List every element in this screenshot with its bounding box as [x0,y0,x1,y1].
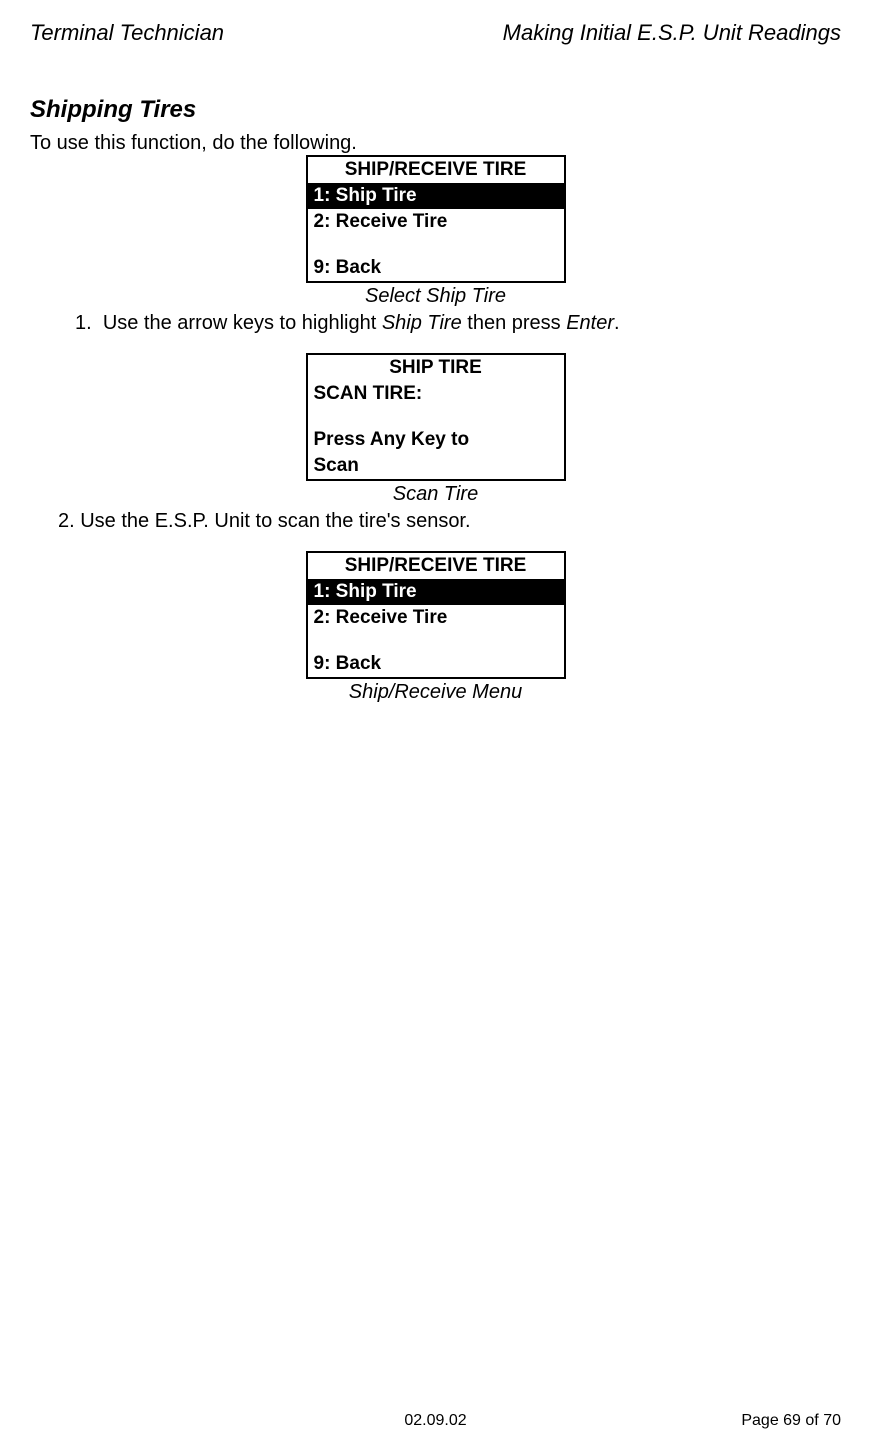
caption-scan-tire: Scan Tire [30,483,841,506]
menu-item-receive-tire: 2: Receive Tire [308,209,564,235]
menu-item-ship-tire: 1: Ship Tire [308,579,564,605]
menu-item-back: 9: Back [308,651,564,677]
section-title: Shipping Tires [30,96,841,124]
caption-select-ship-tire: Select Ship Tire [30,285,841,308]
menu-item-back: 9: Back [308,255,564,281]
step-number: 1. [75,312,92,334]
spacer [308,407,564,427]
footer-page: Page 69 of 70 [571,1412,841,1430]
step-italic-enter: Enter [566,312,614,334]
press-key-line1: Press Any Key to [308,427,564,453]
step-text-end: . [614,312,620,334]
intro-text: To use this function, do the following. [30,132,841,155]
caption-ship-receive-menu: Ship/Receive Menu [30,681,841,704]
step-text-start: Use the arrow keys to highlight [103,312,382,334]
step-2: 2. Use the E.S.P. Unit to scan the tire'… [58,510,841,533]
menu-item-receive-tire: 2: Receive Tire [308,605,564,631]
screen-title: SHIP TIRE [308,355,564,381]
page-header: Terminal Technician Making Initial E.S.P… [30,20,841,46]
page-footer: 02.09.02 Page 69 of 70 [30,1412,841,1430]
menu-item-ship-tire: 1: Ship Tire [308,183,564,209]
step-1: 1. Use the arrow keys to highlight Ship … [75,312,841,335]
screen-ship-tire: SHIP TIRE SCAN TIRE: Press Any Key to Sc… [306,353,566,481]
screen-title: SHIP/RECEIVE TIRE [308,157,564,183]
footer-left [30,1412,300,1430]
header-right: Making Initial E.S.P. Unit Readings [503,20,841,46]
screen-ship-receive-1: SHIP/RECEIVE TIRE 1: Ship Tire 2: Receiv… [306,155,566,283]
step-text-mid: then press [462,312,567,334]
spacer [308,235,564,255]
press-key-line2: Scan [308,453,564,479]
spacer [308,631,564,651]
screen-title: SHIP/RECEIVE TIRE [308,553,564,579]
screen-ship-receive-2: SHIP/RECEIVE TIRE 1: Ship Tire 2: Receiv… [306,551,566,679]
footer-date: 02.09.02 [300,1412,570,1430]
scan-tire-label: SCAN TIRE: [308,381,564,407]
step-italic-ship-tire: Ship Tire [382,312,462,334]
header-left: Terminal Technician [30,20,224,46]
